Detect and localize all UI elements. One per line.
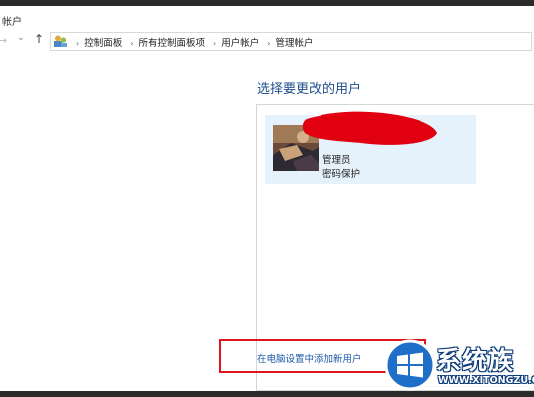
watermark-title: 系统族 [436, 346, 515, 375]
back-arrow-icon[interactable]: → [0, 34, 7, 47]
breadcrumb-separator: › [267, 39, 271, 48]
watermark-url: WWW.XITONGZU.COM [438, 375, 534, 386]
window-title: 帐户 [2, 17, 22, 28]
breadcrumb-item-manage-accounts[interactable]: 管理帐户 [275, 35, 313, 49]
user-role: 管理员 [322, 155, 351, 166]
watermark: 系统族 WWW.XITONGZU.COM [384, 339, 534, 394]
user-tile[interactable]: 管理员 密码保护 [265, 111, 476, 184]
control-panel-icon [54, 35, 67, 47]
windows-logo-icon [384, 339, 436, 391]
breadcrumb-item-control-panel[interactable]: 控制面板 [84, 35, 122, 49]
user-password-status: 密码保护 [322, 169, 361, 180]
add-user-link[interactable]: 在电脑设置中添加新用户 [257, 351, 362, 365]
breadcrumb-item-user-accounts[interactable]: 用户帐户 [221, 35, 259, 49]
breadcrumb-separator: › [76, 39, 80, 48]
breadcrumb-separator: › [213, 39, 217, 48]
chevron-down-icon[interactable]: ⌄ [17, 33, 25, 43]
up-arrow-icon[interactable]: ↑ [34, 32, 44, 46]
breadcrumb[interactable]: › 控制面板 › 所有控制面板项 › 用户帐户 › 管理帐户 [50, 32, 532, 51]
page-title: 选择要更改的用户 [257, 82, 362, 97]
title-bar: 帐户 [0, 6, 534, 30]
address-bar: → ⌄ ↑ › 控制面板 › 所有控制面板项 › 用户帐户 › 管理帐户 [0, 30, 534, 54]
breadcrumb-separator: › [130, 39, 134, 48]
breadcrumb-item-all-items[interactable]: 所有控制面板项 [138, 35, 205, 49]
name-redaction [302, 111, 437, 145]
